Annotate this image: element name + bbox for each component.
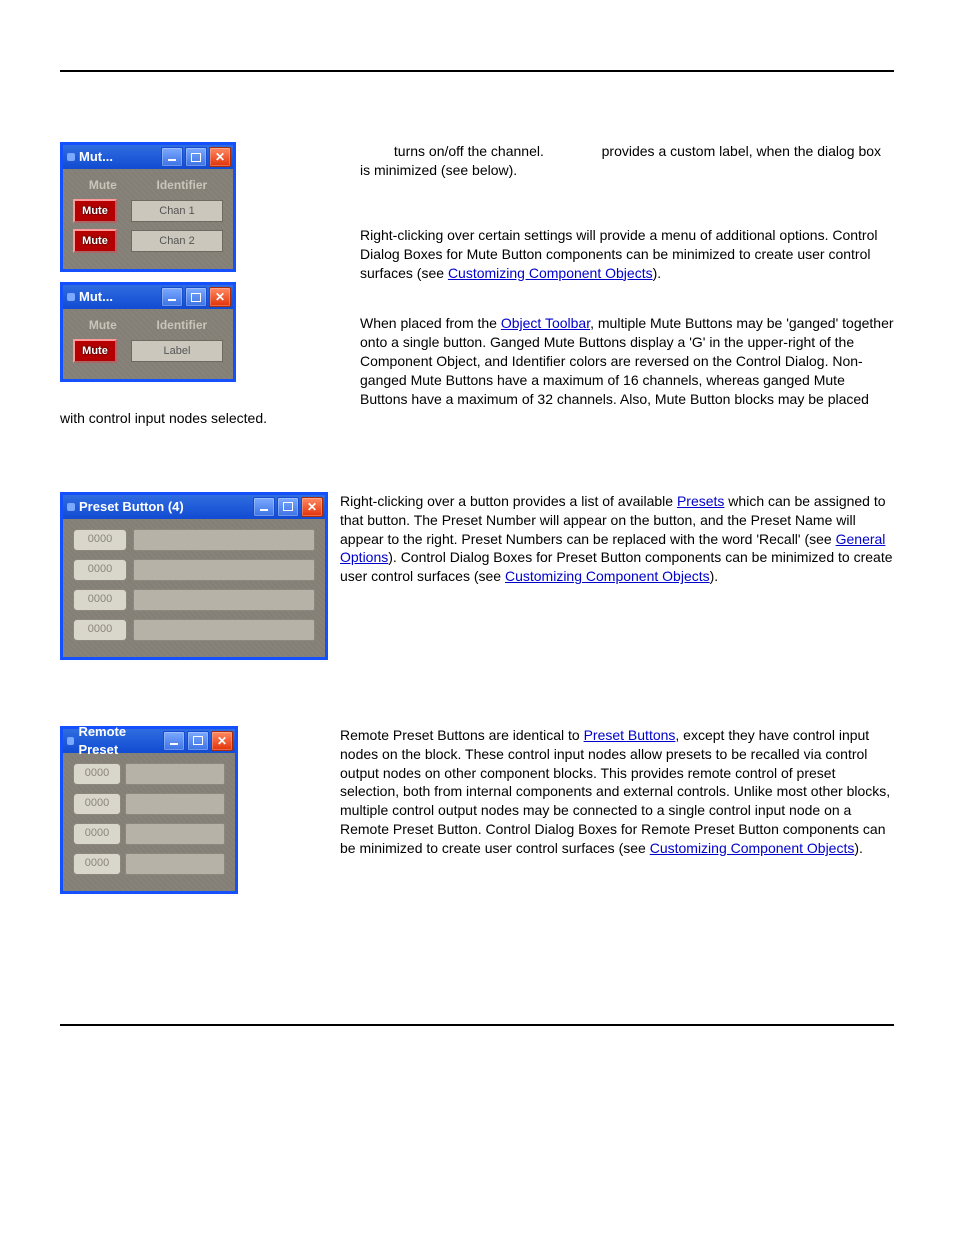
- preset-recall-button[interactable]: 0000: [73, 529, 127, 551]
- preset-name-field[interactable]: [133, 619, 315, 641]
- maximize-button[interactable]: [187, 731, 209, 751]
- preset-recall-button[interactable]: 0000: [73, 793, 121, 815]
- link-presets[interactable]: Presets: [677, 493, 724, 509]
- close-button[interactable]: ✕: [209, 287, 231, 307]
- preset-window: Preset Button (4) ✕ 0000 0000: [60, 492, 328, 660]
- header-mute: Mute: [89, 177, 117, 193]
- sysmenu-icon: [67, 153, 75, 161]
- mute-window-2: Mut... ✕ Mute Identifier Mute Label: [60, 282, 236, 382]
- preset-row: 0000: [73, 763, 225, 785]
- preset-row: 0000: [73, 559, 315, 581]
- bottom-rule: [60, 1024, 894, 1026]
- remote-preset-window: Remote Preset ✕ 0000 0000: [60, 726, 238, 894]
- preset-name-field[interactable]: [133, 589, 315, 611]
- window-title: Mut...: [79, 288, 113, 306]
- window-title: Remote Preset: [78, 723, 163, 758]
- column-headers: Mute Identifier: [69, 317, 227, 333]
- close-button[interactable]: ✕: [211, 731, 233, 751]
- preset-row: 0000: [73, 793, 225, 815]
- mute-toggle[interactable]: Mute: [73, 339, 117, 363]
- preset-recall-button[interactable]: 0000: [73, 823, 121, 845]
- link-customizing-component-objects[interactable]: Customizing Component Objects: [505, 568, 710, 584]
- link-customizing-component-objects[interactable]: Customizing Component Objects: [650, 840, 855, 856]
- preset-row: 0000: [73, 589, 315, 611]
- identifier-field[interactable]: Label: [131, 340, 223, 362]
- remote-preset-section: Remote Preset ✕ 0000 0000: [60, 726, 894, 904]
- minimize-button[interactable]: [163, 731, 185, 751]
- sysmenu-icon: [67, 503, 75, 511]
- preset-row: 0000: [73, 619, 315, 641]
- close-button[interactable]: ✕: [209, 147, 231, 167]
- preset-button-section: Preset Button (4) ✕ 0000 0000: [60, 492, 894, 670]
- preset-row: 0000: [73, 529, 315, 551]
- column-headers: Mute Identifier: [69, 177, 227, 193]
- preset-recall-button[interactable]: 0000: [73, 589, 127, 611]
- preset-recall-button[interactable]: 0000: [73, 763, 121, 785]
- preset-name-field[interactable]: [125, 853, 225, 875]
- mute-window-1: Mut... ✕ Mute Identifier Mute Chan 1: [60, 142, 236, 272]
- mute-images: Mut... ✕ Mute Identifier Mute Chan 1: [60, 142, 360, 392]
- header-identifier: Identifier: [156, 317, 207, 333]
- preset-recall-button[interactable]: 0000: [73, 619, 127, 641]
- top-rule: [60, 70, 894, 72]
- remote-preset-image: Remote Preset ✕ 0000 0000: [60, 726, 340, 904]
- window-title: Mut...: [79, 148, 113, 166]
- minimize-button[interactable]: [253, 497, 275, 517]
- preset-row: 0000: [73, 853, 225, 875]
- preset-name-field[interactable]: [133, 529, 315, 551]
- preset-row: 0000: [73, 823, 225, 845]
- preset-recall-button[interactable]: 0000: [73, 853, 121, 875]
- mute-toggle[interactable]: Mute: [73, 229, 117, 253]
- maximize-button[interactable]: [277, 497, 299, 517]
- titlebar[interactable]: Preset Button (4) ✕: [63, 495, 325, 519]
- preset-recall-button[interactable]: 0000: [73, 559, 127, 581]
- minimize-button[interactable]: [161, 147, 183, 167]
- preset-name-field[interactable]: [125, 793, 225, 815]
- titlebar[interactable]: Mut... ✕: [63, 145, 233, 169]
- titlebar[interactable]: Mut... ✕: [63, 285, 233, 309]
- mute-row: Mute Chan 2: [73, 229, 223, 253]
- preset-name-field[interactable]: [125, 823, 225, 845]
- mute-row: Mute Chan 1: [73, 199, 223, 223]
- mute-toggle[interactable]: Mute: [73, 199, 117, 223]
- identifier-field[interactable]: Chan 1: [131, 200, 223, 222]
- preset-name-field[interactable]: [125, 763, 225, 785]
- identifier-field[interactable]: Chan 2: [131, 230, 223, 252]
- maximize-button[interactable]: [185, 287, 207, 307]
- mute-button-section: Mut... ✕ Mute Identifier Mute Chan 1: [60, 142, 894, 444]
- link-object-toolbar[interactable]: Object Toolbar: [501, 315, 590, 331]
- header-mute: Mute: [89, 317, 117, 333]
- close-button[interactable]: ✕: [301, 497, 323, 517]
- preset-image: Preset Button (4) ✕ 0000 0000: [60, 492, 340, 670]
- titlebar[interactable]: Remote Preset ✕: [63, 729, 235, 753]
- link-preset-buttons[interactable]: Preset Buttons: [584, 727, 676, 743]
- preset-name-field[interactable]: [133, 559, 315, 581]
- header-identifier: Identifier: [156, 177, 207, 193]
- window-title: Preset Button (4): [79, 498, 184, 516]
- link-customizing-component-objects[interactable]: Customizing Component Objects: [448, 265, 653, 281]
- minimize-button[interactable]: [161, 287, 183, 307]
- mute-row: Mute Label: [73, 339, 223, 363]
- maximize-button[interactable]: [185, 147, 207, 167]
- sysmenu-icon: [67, 737, 74, 745]
- sysmenu-icon: [67, 293, 75, 301]
